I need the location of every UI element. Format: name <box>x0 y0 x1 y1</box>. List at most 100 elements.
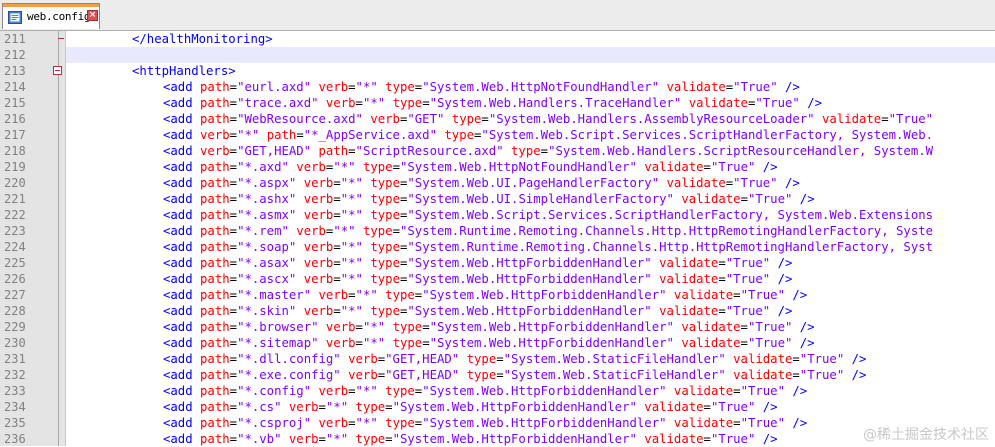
xml-attribute-value: "True" <box>710 432 756 446</box>
xml-text: = <box>333 208 341 222</box>
close-icon[interactable]: × <box>87 10 98 21</box>
code-line[interactable]: 229 <add path="*.browser" verb="*" type="… <box>0 319 995 335</box>
xml-attribute-value: "True" <box>710 400 756 414</box>
xml-attribute-name: path <box>200 304 230 318</box>
tab-active-indicator <box>3 4 99 7</box>
xml-text: = <box>422 320 430 334</box>
xml-text: = <box>229 400 238 414</box>
xml-attribute-name: verb <box>296 224 326 238</box>
xml-attribute-name: type <box>392 96 423 110</box>
xml-attribute-name: verb <box>325 96 356 110</box>
code-line[interactable]: 224 <add path="*.soap" verb="*" type="Sys… <box>0 239 995 255</box>
code-line[interactable]: 227 <add path="*.master" verb="*" type="S… <box>0 287 995 303</box>
xml-text: = <box>881 112 889 126</box>
xml-attribute-value: "System.Web.Handlers.TraceHandler" <box>429 96 682 110</box>
code-line[interactable]: 219 <add path="*.axd" verb="*" type="Syst… <box>0 159 995 175</box>
xml-tag: /> <box>851 352 867 366</box>
xml-text <box>659 176 666 190</box>
xml-text <box>792 336 799 350</box>
code-line[interactable]: 226 <add path="*.ascx" verb="*" type="Sys… <box>0 271 995 287</box>
xml-attribute-value: "True" <box>747 320 793 334</box>
code-line[interactable]: 212 <box>0 47 995 63</box>
xml-attribute-name: validate <box>644 400 704 414</box>
xml-text <box>281 432 288 446</box>
xml-text: = <box>229 288 238 302</box>
xml-text <box>844 368 851 382</box>
xml-tag: /> <box>762 400 778 414</box>
xml-text: = <box>229 352 238 366</box>
xml-text: = <box>348 384 356 398</box>
xml-attribute-name: validate <box>644 432 704 446</box>
xml-attribute-name: type <box>355 400 386 414</box>
code-line[interactable]: 236 <add path="*.vb" verb="*" type="Syste… <box>0 431 995 447</box>
xml-attribute-value: "True" <box>747 192 793 206</box>
xml-attribute-value: "System.Web.HttpForbiddenHandler" <box>422 416 667 430</box>
fold-collapse-icon[interactable] <box>53 66 62 75</box>
xml-text: = <box>229 176 238 190</box>
code-line[interactable]: 211 </healthMonitoring> <box>0 31 995 47</box>
xml-text <box>311 416 318 430</box>
code-line[interactable]: 230 <add path="*.sitemap" verb="*" type="… <box>0 335 995 351</box>
xml-tag: <add <box>163 304 201 318</box>
xml-attribute-value: "eurl.axd" <box>237 80 312 94</box>
xml-attribute-name: path <box>200 336 230 350</box>
xml-attribute-name: type <box>370 192 400 206</box>
xml-text: = <box>733 416 741 430</box>
xml-attribute-value: "*" <box>340 304 363 318</box>
code-line[interactable]: 215 <add path="trace.axd" verb="*" type="… <box>0 95 995 111</box>
xml-attribute-value: "*.cs" <box>237 400 282 414</box>
xml-text: = <box>385 400 393 414</box>
xml-text: = <box>481 112 489 126</box>
code-editor[interactable]: 211 </healthMonitoring> 212 213 <httpHandler… <box>0 31 995 446</box>
xml-attribute-value: "System.Web.HttpForbiddenHandler" <box>392 400 637 414</box>
code-line[interactable]: 213 <httpHandlers> <box>0 63 995 79</box>
code-line[interactable]: 228 <add path="*.skin" verb="*" type="Sys… <box>0 303 995 319</box>
xml-attribute-name: type <box>466 352 497 366</box>
code-text: <add path="*.browser" verb="*" type="Sys… <box>163 320 815 334</box>
xml-attribute-value: "True" <box>710 160 756 174</box>
code-line[interactable]: 234 <add path="*.cs" verb="*" type="Syste… <box>0 399 995 415</box>
xml-attribute-value: "True" <box>747 336 793 350</box>
code-line[interactable]: 232 <add path="*.exe.config" verb="GET,HE… <box>0 367 995 383</box>
code-line[interactable]: 225 <add path="*.asax" verb="*" type="Sys… <box>0 255 995 271</box>
xml-text: = <box>229 208 238 222</box>
xml-text: = <box>229 432 238 446</box>
xml-attribute-name: verb <box>303 240 334 254</box>
xml-attribute-value: "trace.axd" <box>237 96 319 110</box>
xml-text: = <box>496 352 504 366</box>
xml-attribute-value: "*.vb" <box>237 432 282 446</box>
xml-tag: /> <box>807 96 822 110</box>
code-text: <add path="trace.axd" verb="*" type="Sys… <box>163 96 822 110</box>
code-text: <add path="*.exe.config" verb="GET,HEAD"… <box>163 368 866 382</box>
code-text: <add path="*.asmx" verb="*" type="System… <box>163 208 933 222</box>
code-line[interactable]: 217 <add verb="*" path="*_AppService.axd"… <box>0 127 995 143</box>
line-number: 211 <box>4 32 26 46</box>
xml-text: = <box>229 96 238 110</box>
xml-tag: <add <box>163 96 201 110</box>
xml-text <box>444 112 451 126</box>
xml-text <box>319 320 326 334</box>
xml-attribute-name: validate <box>681 336 741 350</box>
code-line[interactable]: 220 <add path="*.aspx" verb="*" type="Sys… <box>0 175 995 191</box>
code-line[interactable]: 235 <add path="*.csproj" verb="*" type="S… <box>0 415 995 431</box>
code-line[interactable]: 231 <add path="*.dll.config" verb="GET,HE… <box>0 351 995 367</box>
code-line[interactable]: 222 <add path="*.asmx" verb="*" type="Sys… <box>0 207 995 223</box>
xml-text: = <box>229 128 238 142</box>
code-line[interactable]: 218 <add verb="GET,HEAD" path="ScriptReso… <box>0 143 995 159</box>
code-line[interactable]: 216 <add path="WebResource.axd" verb="GET… <box>0 111 995 127</box>
xml-text <box>681 96 688 110</box>
code-line[interactable]: 221 <add path="*.ashx" verb="*" type="Sys… <box>0 191 995 207</box>
xml-text <box>652 256 659 270</box>
xml-attribute-value: "*" <box>325 432 349 446</box>
tab-web-config[interactable]: web.config × <box>2 3 100 29</box>
code-line[interactable]: 233 <add path="*.config" verb="*" type="S… <box>0 383 995 399</box>
xml-attribute-name: type <box>362 224 393 238</box>
xml-attribute-value: "*" <box>333 160 356 174</box>
xml-attribute-value: "GET" <box>407 112 445 126</box>
xml-attribute-value: "*" <box>355 288 378 302</box>
xml-attribute-value: "*" <box>340 208 363 222</box>
code-line[interactable]: 223 <add path="*.rem" verb="*" type="Syst… <box>0 223 995 239</box>
xml-text: = <box>703 400 711 414</box>
code-line[interactable]: 214 <add path="eurl.axd" verb="*" type="S… <box>0 79 995 95</box>
xml-attribute-name: path <box>200 384 230 398</box>
